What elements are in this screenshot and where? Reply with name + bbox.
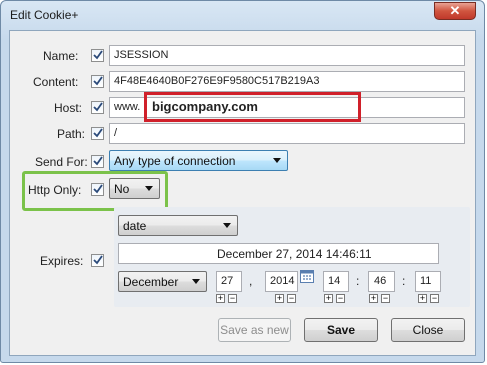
expires-mode-value: date <box>123 219 147 233</box>
hour-minute-separator: : <box>356 274 360 288</box>
host-prefix: www. <box>114 101 141 113</box>
send-for-value: Any type of connection <box>114 154 236 168</box>
check-icon <box>93 156 103 166</box>
expires-day-input[interactable]: 27 <box>216 271 242 292</box>
chevron-down-icon <box>145 186 153 191</box>
content-label: Content: <box>33 75 79 89</box>
minute-minus-button[interactable]: − <box>381 294 390 303</box>
content-input[interactable]: 4F48E4640B0F276E9F9580C517B219A3 <box>109 71 465 92</box>
minute-second-separator: : <box>402 274 406 288</box>
chevron-down-icon <box>223 223 231 228</box>
check-icon <box>93 76 103 86</box>
day-plus-button[interactable]: + <box>216 294 225 303</box>
path-checkbox[interactable] <box>91 127 104 140</box>
day-separator: , <box>249 274 253 288</box>
host-highlight-box <box>144 92 361 122</box>
hour-minus-button[interactable]: − <box>336 294 345 303</box>
expires-month-dropdown[interactable]: December <box>118 271 207 292</box>
dialog-body: Name: JSESSION Content: 4F48E4640B0F276E… <box>9 30 476 356</box>
chevron-down-icon <box>273 158 281 163</box>
check-icon <box>93 102 103 112</box>
http-only-label: Http Only: <box>28 183 82 197</box>
http-only-dropdown[interactable]: No <box>109 178 160 199</box>
chevron-down-icon <box>192 279 200 284</box>
year-minus-button[interactable]: − <box>287 294 296 303</box>
send-for-dropdown[interactable]: Any type of connection <box>109 150 288 171</box>
content-checkbox[interactable] <box>91 75 104 88</box>
check-icon <box>93 255 103 265</box>
expires-mode-dropdown[interactable]: date <box>118 215 238 236</box>
year-plus-button[interactable]: + <box>275 294 284 303</box>
day-minus-button[interactable]: − <box>228 294 237 303</box>
expires-label: Expires: <box>40 254 84 268</box>
close-button[interactable]: Close <box>391 318 465 342</box>
calendar-icon[interactable] <box>300 269 314 283</box>
name-checkbox[interactable] <box>91 49 104 62</box>
title-bar[interactable]: Edit Cookie+ ✕ <box>1 1 484 29</box>
edit-cookie-window: Edit Cookie+ ✕ Name: JSESSION Content: 4… <box>0 0 485 363</box>
expires-datetime-display[interactable]: December 27, 2014 14:46:11 <box>118 243 439 264</box>
second-plus-button[interactable]: + <box>418 294 427 303</box>
name-input[interactable]: JSESSION <box>109 45 465 66</box>
second-minus-button[interactable]: − <box>430 294 439 303</box>
host-label: Host: <box>54 101 83 115</box>
window-close-button[interactable]: ✕ <box>434 2 476 20</box>
expires-checkbox[interactable] <box>91 254 104 267</box>
path-label: Path: <box>57 127 86 141</box>
minute-plus-button[interactable]: + <box>369 294 378 303</box>
expires-minute-input[interactable]: 46 <box>368 271 395 292</box>
name-label: Name: <box>43 49 79 63</box>
host-checkbox[interactable] <box>91 101 104 114</box>
expires-hour-input[interactable]: 14 <box>323 271 349 292</box>
expires-second-input[interactable]: 11 <box>415 271 441 292</box>
expires-year-input[interactable]: 2014 <box>265 271 298 292</box>
check-icon <box>93 50 103 60</box>
save-as-new-button[interactable]: Save as new <box>218 318 291 342</box>
check-icon <box>93 128 103 138</box>
expires-datetime-text: December 27, 2014 14:46:11 <box>217 247 372 261</box>
send-for-checkbox[interactable] <box>91 155 104 168</box>
window-title: Edit Cookie+ <box>10 8 79 22</box>
send-for-label: Send For: <box>35 155 88 169</box>
http-only-checkbox[interactable] <box>91 183 104 196</box>
http-only-value: No <box>114 182 130 196</box>
path-input[interactable]: / <box>109 123 465 144</box>
expires-month-value: December <box>123 275 179 289</box>
close-icon: ✕ <box>449 3 461 18</box>
hour-plus-button[interactable]: + <box>324 294 333 303</box>
save-button[interactable]: Save <box>304 318 378 342</box>
check-icon <box>93 184 103 194</box>
